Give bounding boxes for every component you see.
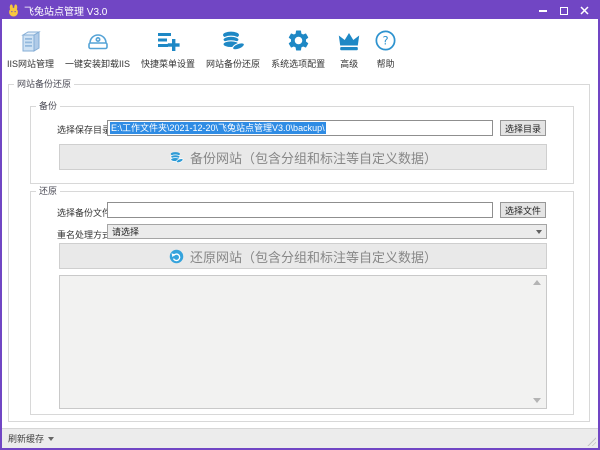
duplicate-handling-value: 请选择 [112, 225, 139, 238]
crown-icon [336, 27, 362, 54]
backup-file-input[interactable] [107, 202, 493, 218]
duplicate-handling-label: 重名处理方式 [57, 228, 111, 241]
refresh-cache-label: 刷新缓存 [8, 432, 44, 445]
group-title: 网站备份还原 [14, 79, 74, 90]
restore-legend: 还原 [36, 186, 60, 197]
iis-server-icon [18, 27, 44, 54]
refresh-cache-button[interactable]: 刷新缓存 [8, 432, 54, 445]
toolbar-item-label: 高级 [340, 57, 358, 70]
toolbar-item-label: 网站备份还原 [206, 57, 260, 70]
database-stack-icon [169, 150, 184, 165]
minimize-icon[interactable] [537, 5, 548, 16]
choose-file-button[interactable]: 选择文件 [500, 202, 546, 218]
app-rabbit-icon [7, 4, 20, 17]
toolbar-item-label: 帮助 [377, 57, 395, 70]
backup-legend: 备份 [36, 101, 60, 112]
scroll-down-icon[interactable] [533, 398, 541, 403]
toolbar-item-system-options[interactable]: 系统选项配置 [271, 27, 325, 70]
restore-website-button[interactable]: 还原网站（包含分组和标注等自定义数据） [59, 243, 547, 269]
toolbar-item-label: 系统选项配置 [271, 57, 325, 70]
group-backup: 备份 选择保存目录 E:\工作文件夹\2021-12-20\飞兔站点管理V3.0… [30, 106, 574, 184]
backup-website-button[interactable]: 备份网站（包含分组和标注等自定义数据） [59, 144, 547, 170]
chevron-down-icon [536, 230, 542, 234]
toolbar-item-backup-restore[interactable]: 网站备份还原 [206, 27, 260, 70]
toolbar-item-quick-menu[interactable]: 快捷菜单设置 [141, 27, 195, 70]
toolbar-item-iis-manage[interactable]: IIS网站管理 [7, 27, 54, 70]
group-restore: 还原 选择备份文件 选择文件 重名处理方式 请选择 还原网站（包含分组和标注等自… [30, 191, 574, 415]
help-icon: ? [373, 27, 398, 54]
backup-file-label: 选择备份文件 [57, 206, 111, 219]
titlebar: 飞兔站点管理 V3.0 [2, 2, 598, 19]
toolbar-item-label: IIS网站管理 [7, 57, 54, 70]
svg-text:?: ? [383, 34, 389, 48]
choose-dir-button[interactable]: 选择目录 [500, 120, 546, 136]
save-dir-input[interactable]: E:\工作文件夹\2021-12-20\飞兔站点管理V3.0\backup\ [107, 120, 493, 136]
gear-icon [286, 27, 311, 54]
restore-button-label: 还原网站（包含分组和标注等自定义数据） [190, 247, 437, 266]
selected-path-text: E:\工作文件夹\2021-12-20\飞兔站点管理V3.0\backup\ [110, 122, 326, 134]
resize-grip[interactable] [586, 436, 596, 446]
statusbar: 刷新缓存 [2, 428, 598, 448]
database-stack-icon [220, 27, 246, 54]
app-window: 飞兔站点管理 V3.0 IIS网站管理 [0, 0, 600, 450]
toolbar-item-label: 快捷菜单设置 [141, 57, 195, 70]
menu-plus-icon [155, 27, 181, 54]
toolbar-item-install-iis[interactable]: 一键安装卸载IIS [65, 27, 130, 70]
backup-button-label: 备份网站（包含分组和标注等自定义数据） [190, 148, 437, 167]
window-title: 飞兔站点管理 V3.0 [24, 3, 107, 18]
toolbar: IIS网站管理 一键安装卸载IIS [2, 19, 598, 78]
toolbar-item-help[interactable]: ? 帮助 [373, 27, 398, 70]
close-icon[interactable] [579, 5, 590, 16]
scroll-up-icon[interactable] [533, 280, 541, 285]
toolbar-item-label: 一键安装卸载IIS [65, 57, 130, 70]
duplicate-handling-select[interactable]: 请选择 [107, 224, 547, 239]
save-dir-label: 选择保存目录 [57, 123, 111, 136]
maximize-icon[interactable] [558, 5, 569, 16]
disc-install-icon [85, 27, 111, 54]
toolbar-item-advanced[interactable]: 高级 [336, 27, 362, 70]
restore-arrow-icon [169, 249, 184, 264]
log-output[interactable] [59, 275, 547, 409]
caret-down-icon [48, 437, 54, 441]
